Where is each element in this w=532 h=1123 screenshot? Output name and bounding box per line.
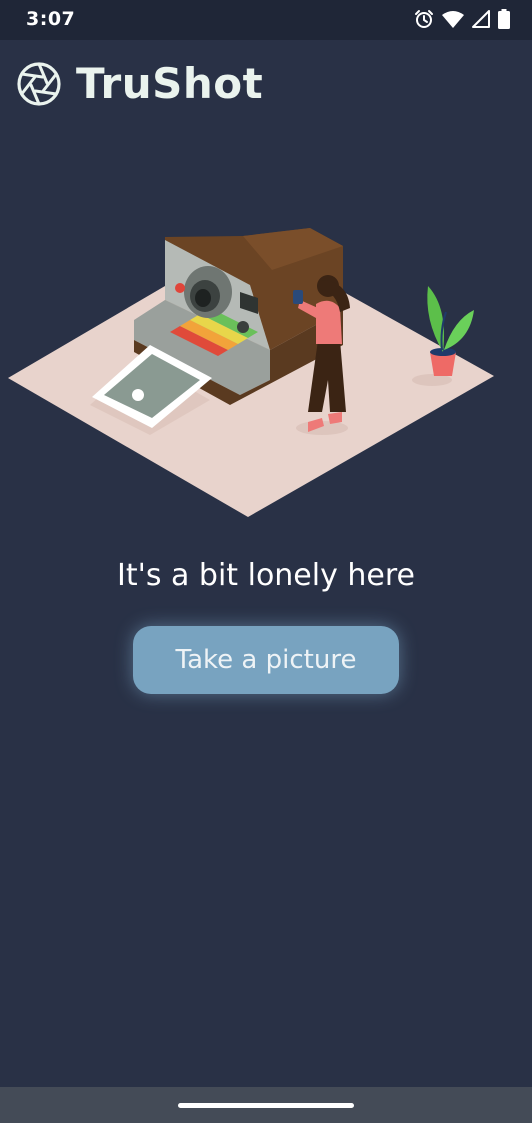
home-gesture-handle[interactable] (178, 1103, 354, 1108)
wifi-icon (442, 10, 464, 28)
app-bar: TruShot (0, 40, 532, 130)
app-title: TruShot (76, 59, 264, 108)
aperture-icon (16, 61, 62, 107)
empty-state-message: It's a bit lonely here (116, 558, 415, 593)
status-bar: 3:07 (0, 0, 532, 40)
alarm-icon (414, 9, 434, 29)
signal-icon (472, 10, 490, 28)
status-icons (414, 8, 510, 30)
status-time: 3:07 (26, 8, 76, 30)
app-screen: 3:07 TruShot It's a bit lonely here Take… (0, 0, 532, 1123)
take-picture-button[interactable]: Take a picture (133, 626, 399, 694)
navigation-bar (0, 1087, 532, 1123)
battery-icon (498, 9, 510, 29)
empty-state-illustration (0, 200, 532, 530)
